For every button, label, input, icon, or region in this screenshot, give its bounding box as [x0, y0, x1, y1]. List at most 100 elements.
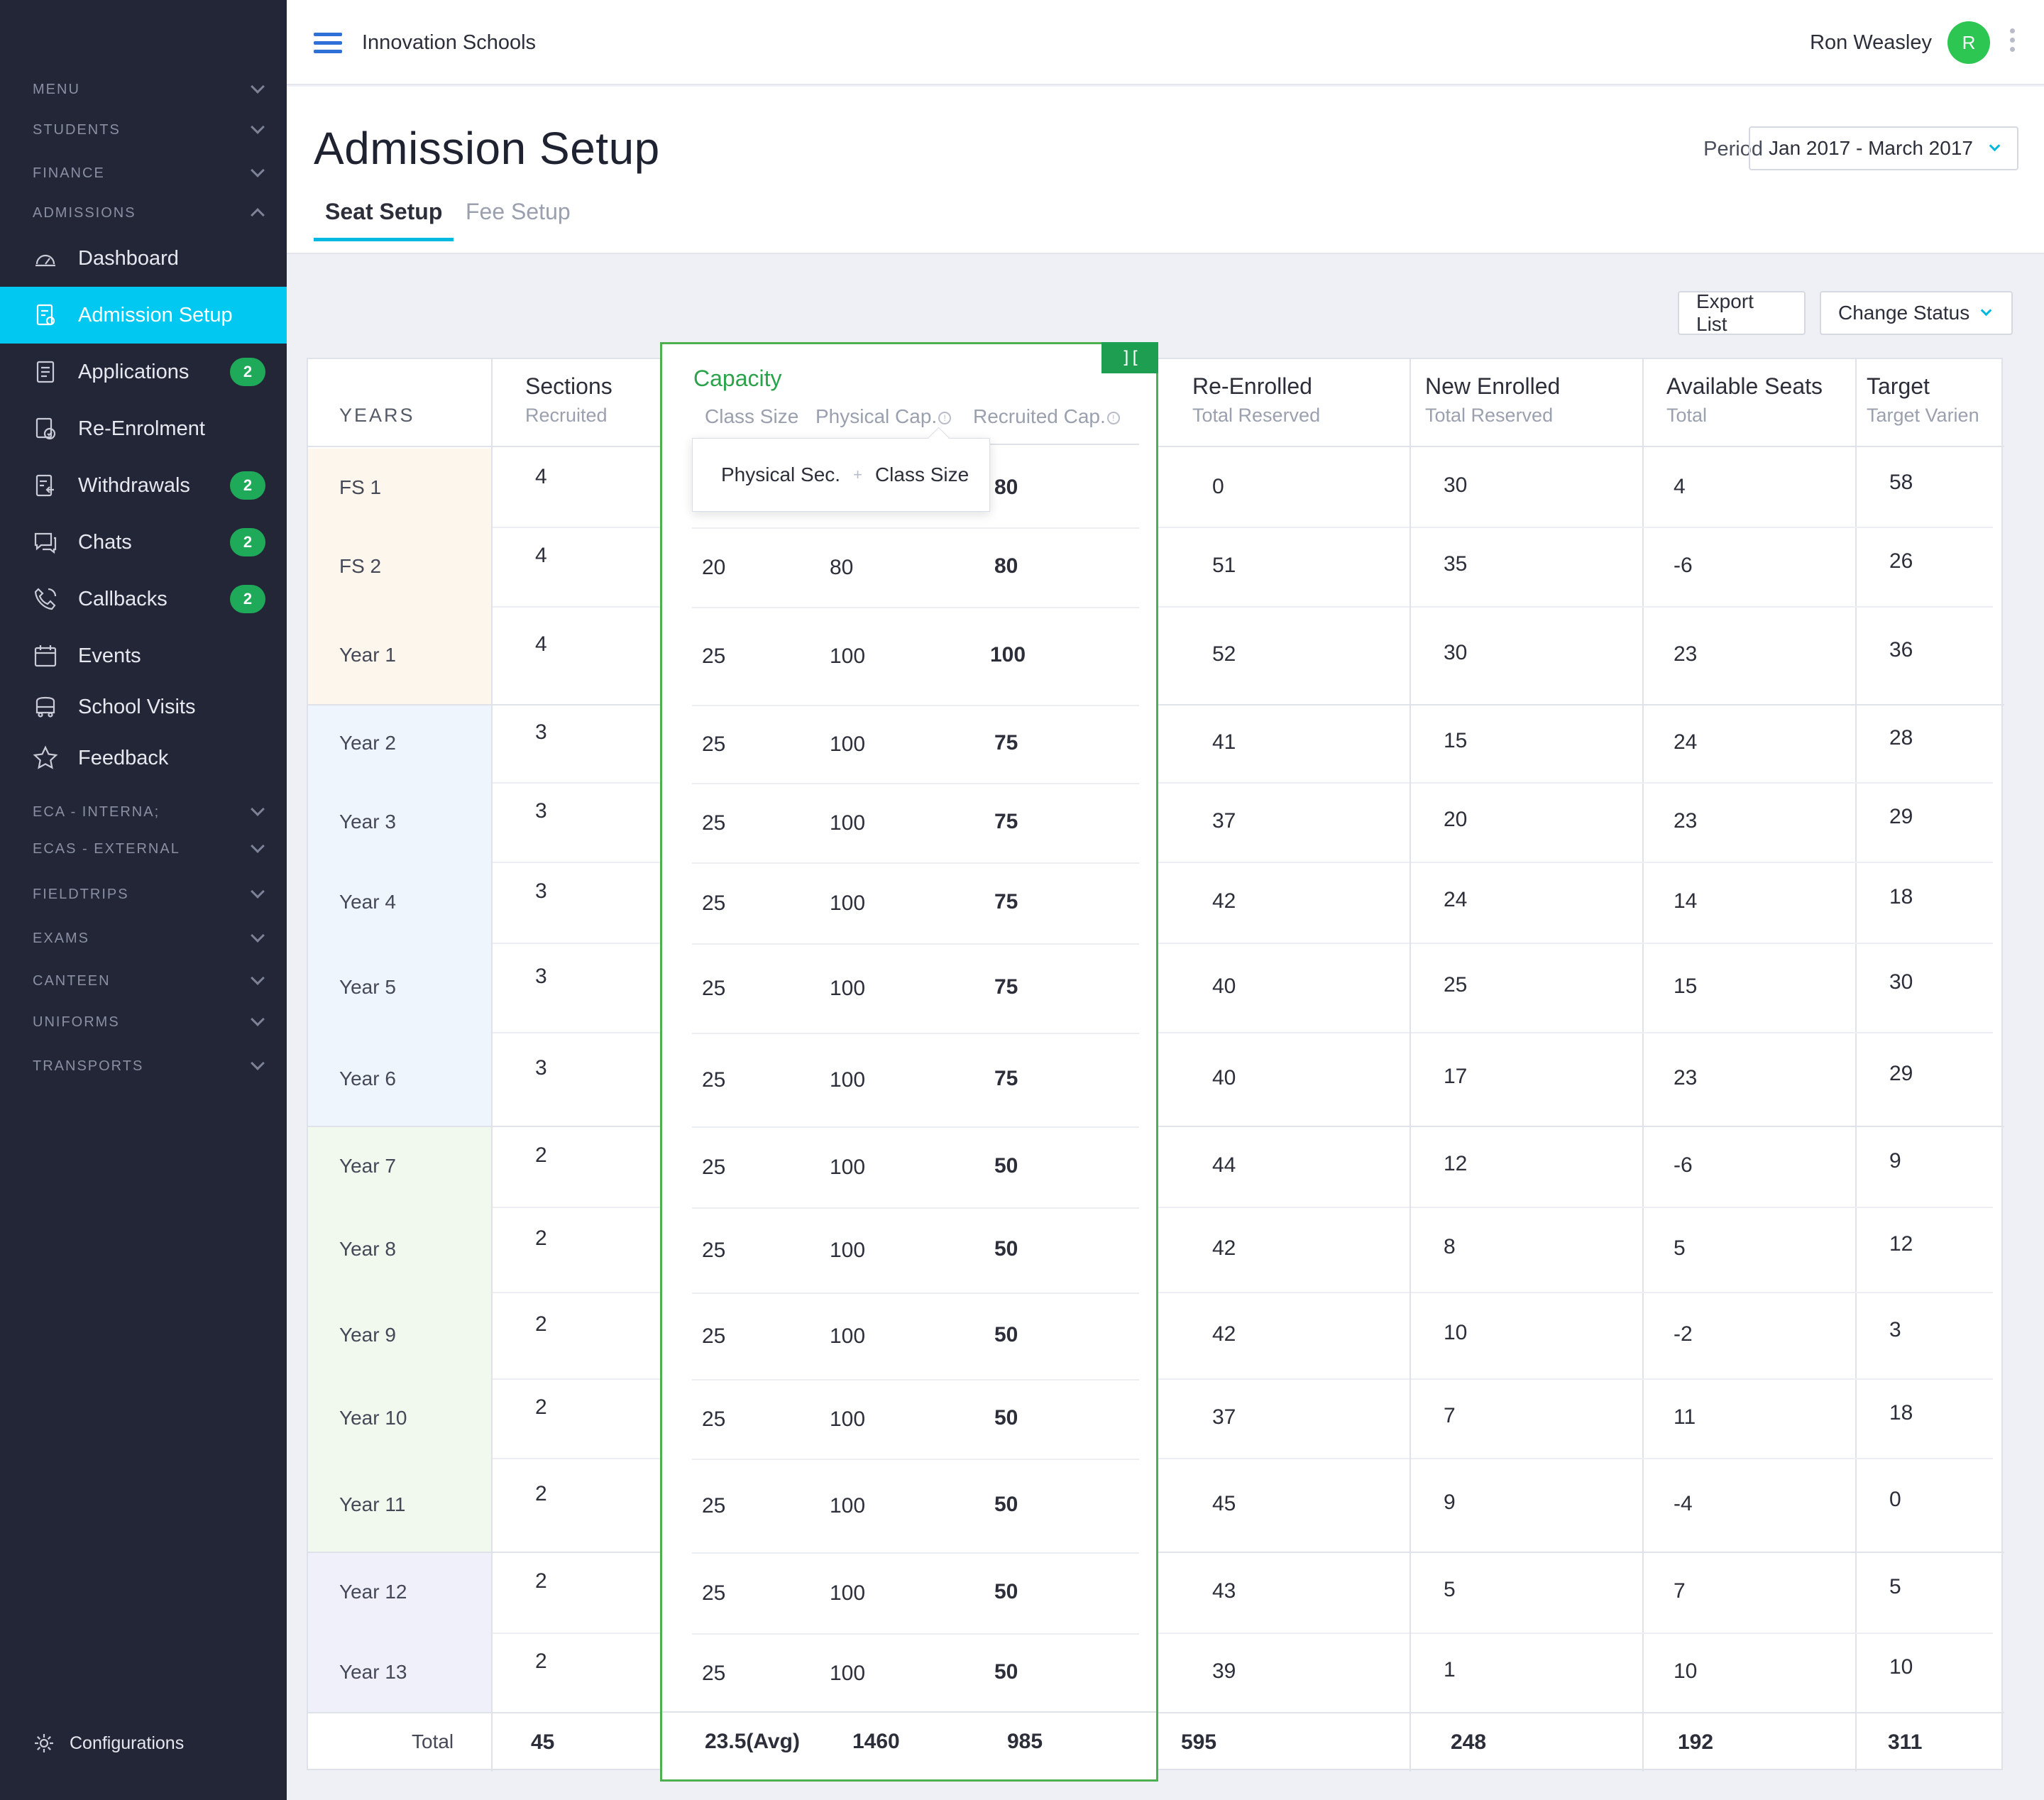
class-size-value: 25 — [702, 1324, 726, 1348]
year-label: Year 12 — [339, 1581, 407, 1603]
sidebar-section-ecas-external[interactable]: ECAS - EXTERNAL — [33, 835, 265, 863]
sidebar-section-transports[interactable]: TRANSPORTS — [33, 1052, 265, 1080]
info-icon[interactable]: ! — [938, 411, 952, 424]
sections-value: 4 — [535, 465, 547, 488]
new-enrolled-value: 10 — [1444, 1321, 1468, 1344]
tab-seat-setup[interactable]: Seat Setup — [314, 199, 454, 241]
physical-cap-value: 100 — [830, 891, 866, 915]
total-sections: 45 — [531, 1730, 555, 1754]
available-seats-value: -6 — [1674, 554, 1693, 577]
sidebar-item-callbacks[interactable]: Callbacks 2 — [0, 571, 287, 627]
re-enrolled-value: 44 — [1212, 1153, 1236, 1177]
class-size-value: 25 — [702, 811, 726, 835]
class-size-subheader: Class Size — [705, 405, 799, 427]
sidebar-item-re-enrolment[interactable]: Re-Enrolment — [0, 400, 287, 457]
available-seats-value: 23 — [1674, 642, 1698, 666]
hamburger-menu-icon[interactable] — [314, 33, 342, 54]
period-select[interactable]: Jan 2017 - March 2017 — [1749, 126, 2018, 170]
sidebar-item-admission-setup[interactable]: Admission Setup — [0, 287, 287, 344]
sidebar-section-finance[interactable]: FINANCE — [33, 159, 265, 187]
user-name[interactable]: Ron Weasley — [1810, 31, 1932, 55]
sidebar-item-label: Dashboard — [78, 246, 179, 270]
sidebar-item-dashboard[interactable]: Dashboard — [0, 230, 287, 287]
sidebar-item-chats[interactable]: Chats 2 — [0, 514, 287, 571]
year-label: Year 4 — [339, 891, 396, 913]
avatar[interactable]: R — [1947, 21, 1990, 64]
new-enrolled-value: 25 — [1444, 973, 1468, 997]
totals-label: Total — [412, 1730, 454, 1752]
class-size-value: 25 — [702, 977, 726, 1000]
new-enrolled-value: 9 — [1444, 1491, 1456, 1514]
year-label: FS 1 — [339, 476, 382, 498]
sections-value: 3 — [535, 965, 547, 988]
class-size-value: 25 — [702, 1581, 726, 1605]
info-icon[interactable]: ! — [1106, 411, 1120, 424]
sidebar-section-uniforms[interactable]: UNIFORMS — [33, 1008, 265, 1036]
target-value: 12 — [1889, 1232, 1913, 1256]
re-enrolled-value: 37 — [1212, 1405, 1236, 1429]
configurations-link[interactable]: Configurations — [33, 1732, 184, 1755]
physical-cap-label: Physical Cap. — [815, 405, 938, 427]
chevron-down-icon — [251, 839, 265, 853]
chevron-down-icon — [251, 1012, 265, 1026]
available-seats-subheader: Total — [1666, 405, 1708, 426]
new-enrolled-value: 35 — [1444, 552, 1468, 576]
tooltip-plus: + — [853, 466, 862, 483]
sidebar-section-label: ECA - INTERNA; — [33, 803, 160, 820]
bus-icon — [33, 694, 58, 720]
class-size-value: 25 — [702, 1407, 726, 1431]
physical-cap-value: 100 — [830, 1581, 866, 1605]
sidebar-section-label: MENU — [33, 81, 80, 97]
year-label: Year 3 — [339, 811, 396, 833]
sidebar-section-canteen[interactable]: CANTEEN — [33, 967, 265, 995]
sidebar-item-events[interactable]: Events — [0, 627, 287, 684]
collapse-capacity-icon[interactable]: ][ — [1101, 342, 1158, 373]
new-enrolled-value: 15 — [1444, 729, 1468, 752]
target-value: 26 — [1889, 549, 1913, 573]
new-enrolled-subheader: Total Reserved — [1425, 405, 1554, 426]
sidebar-section-exams[interactable]: EXAMS — [33, 924, 265, 953]
change-status-button[interactable]: Change Status — [1820, 291, 2013, 335]
sidebar-section-label: FIELDTRIPS — [33, 886, 129, 902]
row-separator — [1411, 1032, 1993, 1033]
row-separator — [692, 705, 1139, 706]
chevron-up-icon — [251, 208, 265, 222]
sidebar-item-applications[interactable]: Applications 2 — [0, 344, 287, 400]
target-header: Target — [1867, 373, 1930, 399]
total-physical-cap: 1460 — [852, 1730, 900, 1753]
sidebar-section-menu[interactable]: MENU — [33, 75, 265, 104]
target-value: 30 — [1889, 970, 1913, 994]
row-separator — [692, 943, 1139, 945]
year-label: Year 8 — [339, 1238, 396, 1260]
sidebar-section-eca-internal[interactable]: ECA - INTERNA; — [33, 798, 265, 826]
sidebar-section-fieldtrips[interactable]: FIELDTRIPS — [33, 880, 265, 909]
sidebar-section-label: FINANCE — [33, 165, 105, 181]
physical-cap-value: 100 — [830, 1324, 866, 1348]
re-enrolled-value: 42 — [1212, 1236, 1236, 1260]
recruited-cap-value: 75 — [994, 810, 1018, 833]
sidebar-section-admissions[interactable]: ADMISSIONS — [33, 199, 265, 227]
tooltip-class-size: Class Size — [874, 463, 969, 485]
physical-cap-value: 100 — [830, 1156, 866, 1179]
re-enrolled-value: 45 — [1212, 1492, 1236, 1515]
sidebar-item-school-visits[interactable]: School Visits — [0, 679, 287, 735]
sidebar-section-students[interactable]: STUDENTS — [33, 116, 265, 144]
export-list-button[interactable]: Export List — [1678, 290, 1806, 335]
recruited-cap-value: 75 — [994, 975, 1018, 999]
re-enrolled-value: 40 — [1212, 975, 1236, 998]
sidebar-item-withdrawals[interactable]: Withdrawals 2 — [0, 457, 287, 514]
period-value: Jan 2017 - March 2017 — [1769, 137, 1973, 159]
sidebar-item-feedback[interactable]: Feedback — [0, 730, 287, 786]
available-seats-value: 24 — [1674, 730, 1698, 754]
re-enrolled-value: 43 — [1212, 1579, 1236, 1603]
chats-count-badge: 2 — [230, 528, 265, 556]
target-value: 18 — [1889, 885, 1913, 909]
more-options-icon[interactable] — [2010, 28, 2017, 56]
sidebar-item-label: Withdrawals — [78, 473, 190, 497]
new-enrolled-value: 24 — [1444, 888, 1468, 911]
tab-fee-setup[interactable]: Fee Setup — [466, 199, 571, 238]
recruited-cap-value: 80 — [994, 476, 1018, 499]
new-enrolled-value: 17 — [1444, 1065, 1468, 1088]
sidebar-section-label: UNIFORMS — [33, 1014, 120, 1030]
row-separator — [1411, 606, 1993, 608]
